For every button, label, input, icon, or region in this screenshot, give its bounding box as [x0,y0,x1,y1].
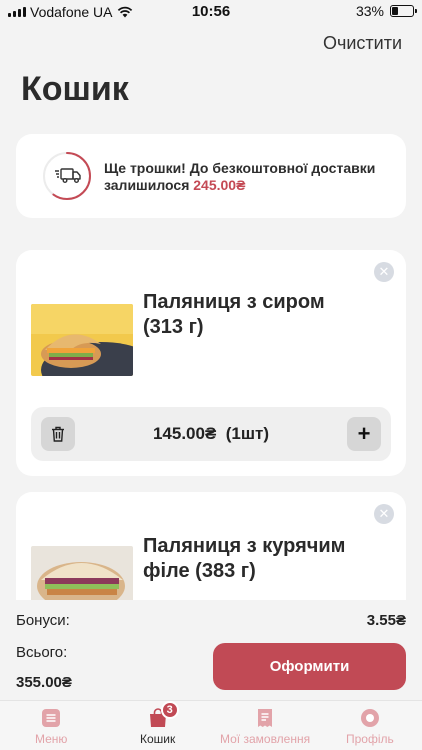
tab-menu[interactable]: Меню [35,707,67,746]
total-value: 355.00₴ [16,674,72,691]
item-price-quantity: 145.00₴ (1шт) [31,424,391,444]
delivery-truck-icon [55,168,81,183]
cart-item: ✕ Паляниця з сиром (313 г) 145.00₴ (1шт)… [16,250,406,476]
tab-label: Мої замовлення [220,732,311,746]
free-delivery-notice: Ще трошки! До безкоштовної доставки зали… [16,134,406,218]
item-price: 145.00₴ [152,424,217,443]
cart-count-badge: 3 [160,701,179,719]
delivery-notice-text: Ще трошки! До безкоштовної доставки зали… [104,160,394,194]
menu-icon [42,709,61,727]
tab-my-orders[interactable]: Мої замовлення [220,707,310,746]
remove-item-button[interactable]: ✕ [374,262,394,282]
delivery-remaining-amount: 245.00₴ [193,177,246,193]
increase-quantity-button[interactable]: + [347,417,381,451]
order-summary: Бонуси: 3.55₴ Всього: 355.00₴ Оформити [0,600,422,700]
close-icon: ✕ [378,506,390,521]
battery-percent: 33% [355,3,384,19]
bonus-label: Бонуси: [16,612,70,629]
tab-label: Меню [35,732,68,746]
total-label: Всього: [16,644,68,661]
tab-label: Кошик [140,732,176,746]
receipt-icon [258,709,273,727]
tab-label: Профіль [346,732,394,746]
page-title: Кошик [21,70,129,108]
status-bar: Vodafone UA 10:56 33% [0,0,422,24]
tab-cart[interactable]: 3 Кошик [140,701,179,746]
item-photo [31,304,133,376]
remove-item-button[interactable]: ✕ [374,504,394,524]
cart-icon-wrap: 3 [147,701,179,729]
checkout-button[interactable]: Оформити [213,643,406,690]
profile-icon [360,709,379,727]
bonus-value: 3.55₴ [366,612,406,629]
item-quantity: (1шт) [225,424,270,443]
delivery-progress-ring [43,152,91,200]
quantity-stepper: 145.00₴ (1шт) + [31,407,391,461]
tab-profile[interactable]: Профіль [346,707,394,746]
close-icon: ✕ [378,264,390,279]
battery-group: 33% [355,3,417,19]
clear-cart-button[interactable]: Очистити [323,33,402,54]
battery-icon [390,5,417,17]
plus-icon: + [357,421,371,446]
battery-fill [392,7,398,15]
item-name: Паляниця з сиром (313 г) [143,291,325,338]
item-name: Паляниця з курячим філе (383 г) [143,535,346,582]
tab-bar: Меню 3 Кошик Мої замовлення Профіль [0,700,422,750]
